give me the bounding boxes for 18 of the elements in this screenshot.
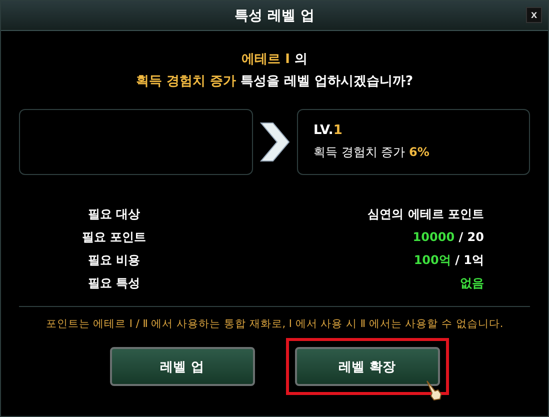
action-button[interactable]: 레벨 업: [110, 347, 254, 386]
window-title: 특성 레벨 업: [234, 6, 314, 24]
prompt-text: 에테르 Ⅰ 의: [240, 51, 308, 69]
requirement-label: 필요 비용: [88, 252, 140, 269]
effect-text: 획득 경험치 증가 6%: [314, 144, 430, 161]
requirement-label: 필요 포인트: [82, 229, 146, 246]
action-button[interactable]: 레벨 확장: [294, 347, 440, 386]
notice-text: 포인트는 에테르 Ⅰ / Ⅱ 에서 사용하는 통합 재화로, Ⅰ 에서 사용 시 Ⅱ 에서는 사용할 수 없습니다.: [46, 317, 504, 331]
level-text: LV.1: [314, 123, 342, 138]
requirement-value: 100억 / 1억: [414, 252, 484, 269]
close-button[interactable]: x: [526, 7, 542, 23]
prompt-text: 획득 경험치 증가 특성을 레벨 업하시겠습니까?: [134, 73, 414, 91]
requirement-label: 필요 대상: [88, 206, 140, 223]
requirement-label: 필요 특성: [88, 275, 140, 292]
requirement-value: 10000 / 20: [412, 229, 484, 246]
chevron-right-icon: [258, 121, 290, 163]
requirement-value: 없음: [460, 275, 484, 292]
requirement-value: 심연의 에테르 포인트: [368, 206, 484, 223]
